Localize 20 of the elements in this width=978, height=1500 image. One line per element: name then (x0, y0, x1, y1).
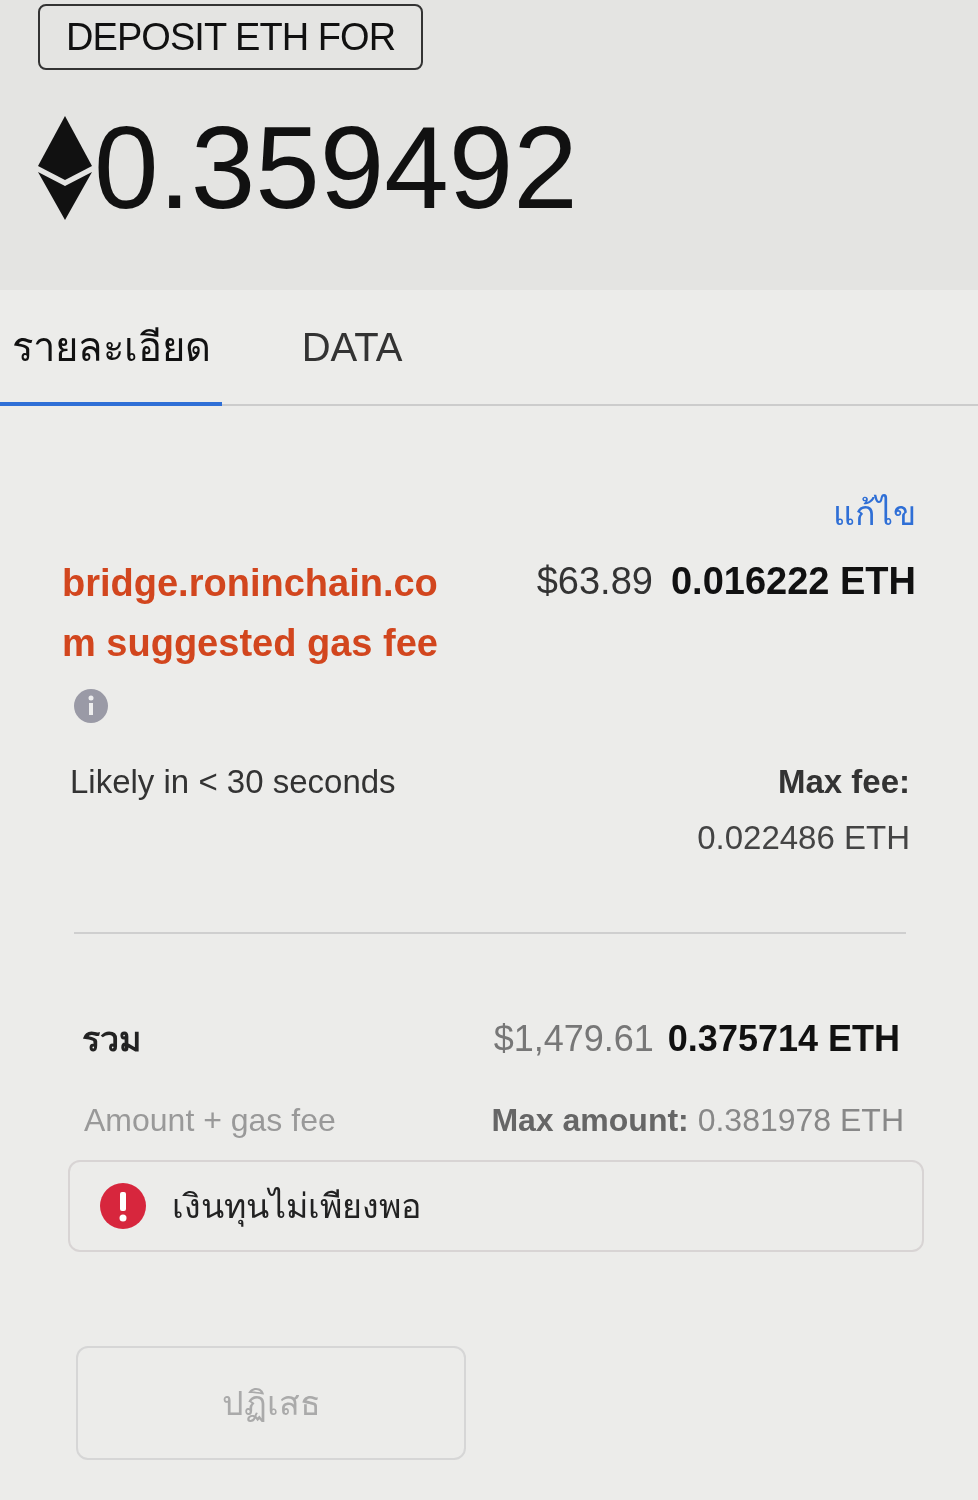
amount-value: 0.359492 (94, 110, 578, 226)
max-amount: Max amount: 0.381978 ETH (491, 1101, 904, 1140)
info-icon[interactable] (74, 688, 108, 723)
transaction-badge: DEPOSIT ETH FOR (38, 4, 424, 70)
gas-fee-label: bridge.roninchain.com suggested gas fee (62, 562, 438, 664)
ethereum-icon (38, 116, 92, 220)
total-eth: 0.375714 ETH (667, 1017, 900, 1061)
max-fee-value: 0.022486 ETH (697, 817, 910, 858)
total-sublabel: Amount + gas fee (84, 1101, 336, 1140)
timing-estimate: Likely in < 30 seconds (70, 762, 396, 802)
gas-fee-eth: 0.016222 ETH (670, 559, 916, 604)
edit-link[interactable]: แก้ไข (833, 488, 916, 539)
total-fiat: $1,479.61 (493, 1017, 654, 1061)
error-message: เงินทุนไม่เพียงพอ (172, 1185, 421, 1229)
tab[interactable]: รายละเอียด (0, 292, 222, 406)
tab[interactable]: DATA (222, 292, 482, 406)
error-icon (100, 1183, 146, 1229)
total-label: รวม (82, 1018, 141, 1060)
max-fee-label: Max fee: (777, 762, 910, 802)
gas-fee-fiat: $63.89 (536, 559, 653, 604)
